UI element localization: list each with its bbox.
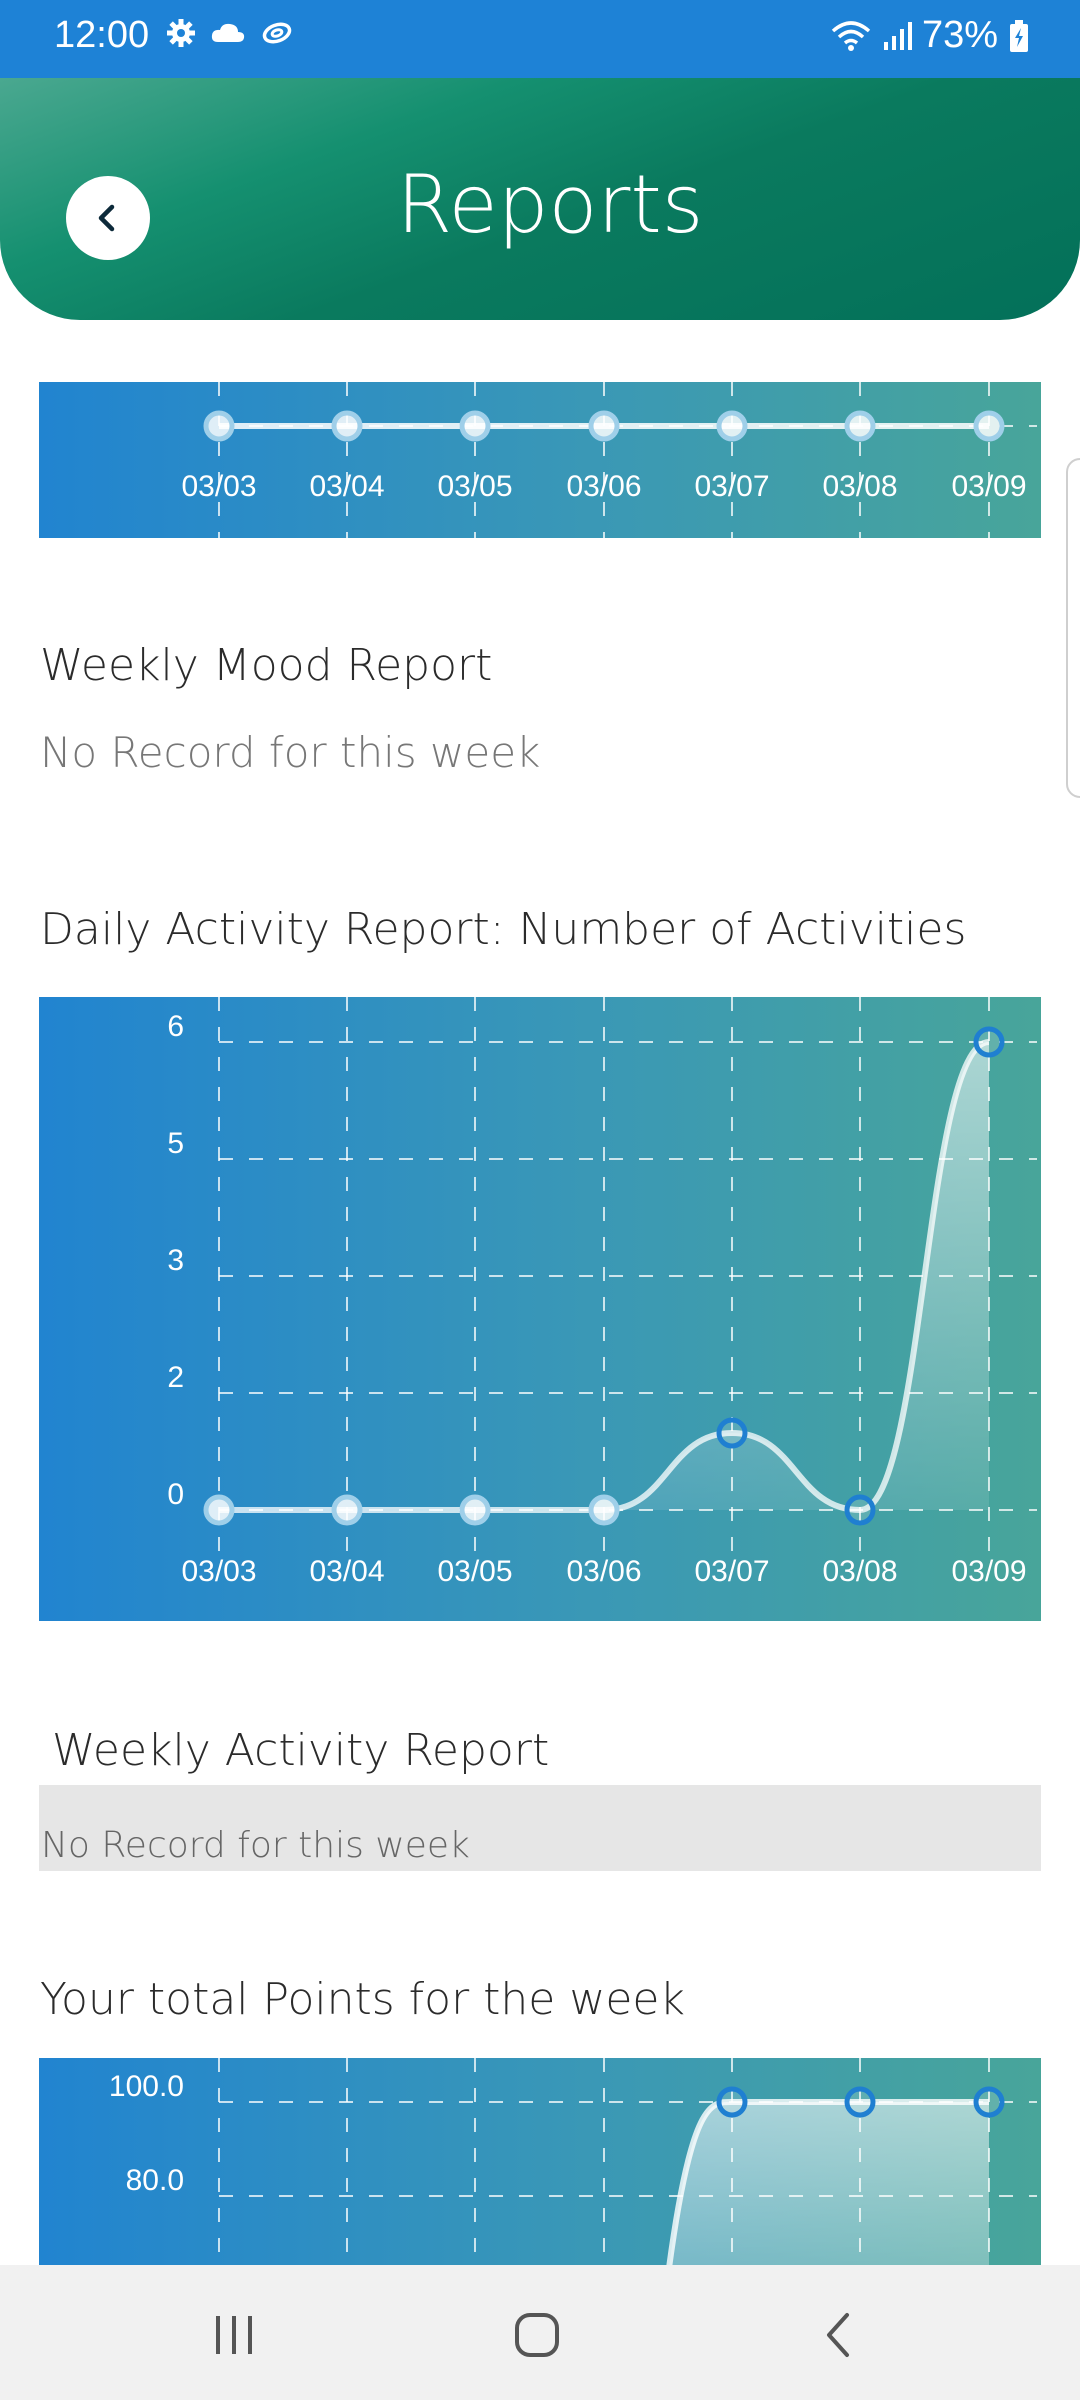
chart1-xtick: 03/07 <box>694 470 769 503</box>
battery-icon <box>1010 19 1028 52</box>
chart1-point <box>973 410 1005 442</box>
chart1-xtick: 03/03 <box>181 470 256 503</box>
chart1-point <box>716 410 748 442</box>
chart3-area <box>669 2101 989 2268</box>
home-icon <box>515 2313 559 2357</box>
chart1-xtick: 03/09 <box>951 470 1026 503</box>
back-icon <box>827 2313 849 2357</box>
chart1-point <box>203 410 235 442</box>
chart1-xtick: 03/08 <box>822 470 897 503</box>
chart1-point <box>588 410 620 442</box>
chart2-point <box>459 1494 491 1526</box>
chart2-xtick: 03/09 <box>951 1555 1026 1588</box>
chart3-point <box>844 2086 876 2118</box>
signal-icon <box>883 21 912 50</box>
weekly-mood-title: Weekly Mood Report <box>40 640 493 691</box>
chart2-ytick: 0 <box>167 1478 184 1511</box>
weekly-activity-empty: No Record for this week <box>41 1825 470 1866</box>
chart2-xtick: 03/07 <box>694 1555 769 1588</box>
status-time: 12:00 <box>54 14 150 56</box>
chart1-xtick: 03/06 <box>566 470 641 503</box>
chart2-ytick: 5 <box>167 1127 184 1160</box>
weekly-activity-title: Weekly Activity Report <box>52 1725 550 1776</box>
back-nav-button[interactable] <box>809 2305 869 2365</box>
chart2-point <box>203 1494 235 1526</box>
total-points-title: Your total Points for the week <box>40 1974 685 2025</box>
gear-icon <box>167 19 195 47</box>
sync-icon <box>262 22 292 44</box>
status-bar: 12:00 73% <box>0 0 1080 78</box>
chart1-xtick: 03/05 <box>437 470 512 503</box>
chart2-xtick: 03/06 <box>566 1555 641 1588</box>
app-header: Reports <box>0 78 1080 320</box>
total-points-chart-svg: 100.0 80.0 <box>109 2058 1037 2268</box>
chart2-point <box>588 1494 620 1526</box>
daily-activity-title: Daily Activity Report: Number of Activit… <box>40 904 967 955</box>
recent-apps-button[interactable] <box>205 2305 265 2365</box>
scroll-indicator[interactable] <box>1066 458 1080 798</box>
chart2-point <box>331 1494 363 1526</box>
chart3-point <box>973 2086 1005 2118</box>
chart1-xtick: 03/04 <box>309 470 384 503</box>
recent-apps-icon <box>216 2316 252 2354</box>
top-chart: 03/03 03/04 03/05 03/06 03/07 03/08 03/09 <box>39 382 1041 538</box>
chart3-ytick: 80.0 <box>126 2164 184 2197</box>
page-title: Reports <box>396 158 704 251</box>
chart3-point <box>716 2086 748 2118</box>
chart1-point <box>459 410 491 442</box>
chart3-ytick: 100.0 <box>109 2070 184 2103</box>
chart2-xtick: 03/04 <box>309 1555 384 1588</box>
chart2-xtick: 03/08 <box>822 1555 897 1588</box>
system-nav-bar <box>0 2265 1080 2400</box>
chart1-point <box>331 410 363 442</box>
wifi-icon <box>831 20 871 51</box>
battery-percent: 73% <box>921 14 998 56</box>
weekly-activity-empty-box: No Record for this week <box>39 1785 1041 1871</box>
chart2-ytick: 2 <box>167 1361 184 1394</box>
chart2-xtick: 03/05 <box>437 1555 512 1588</box>
chart2-xtick: 03/03 <box>181 1555 256 1588</box>
chart2-point <box>844 1494 876 1526</box>
chart2-ytick: 6 <box>167 1010 184 1043</box>
chart2-ytick: 3 <box>167 1244 184 1277</box>
chart2-point <box>973 1026 1005 1058</box>
top-chart-svg: 03/03 03/04 03/05 03/06 03/07 03/08 03/09 <box>181 382 1037 538</box>
daily-activity-chart: 0 2 3 5 6 03/03 03/04 03/05 03/06 03/07 03/08 03/09 <box>39 997 1041 1621</box>
weekly-mood-empty: No Record for this week <box>40 728 541 777</box>
cloud-icon <box>211 23 245 42</box>
chart1-point <box>844 410 876 442</box>
total-points-chart: 100.0 80.0 <box>39 2058 1041 2268</box>
daily-activity-chart-svg: 0 2 3 5 6 03/03 03/04 03/05 03/06 03/07 03/08 03/09 <box>167 997 1037 1588</box>
chart2-point <box>716 1417 748 1449</box>
home-button[interactable] <box>507 2305 567 2365</box>
